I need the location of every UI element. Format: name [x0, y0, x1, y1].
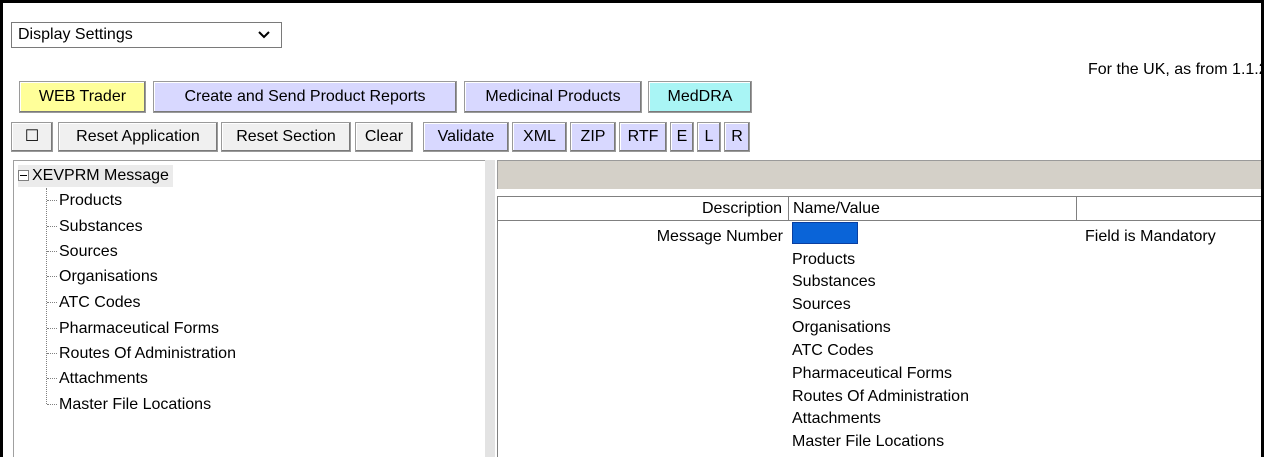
tree-item-organisations[interactable]: Organisations [47, 266, 158, 288]
tab-web-trader[interactable]: WEB Trader [19, 81, 146, 113]
panel-splitter[interactable] [485, 160, 495, 457]
tree-item-label: Routes Of Administration [59, 345, 236, 362]
e-button[interactable]: E [670, 122, 694, 152]
reset-application-button[interactable]: Reset Application [58, 122, 218, 152]
tree-item-label: Organisations [59, 268, 158, 285]
detail-child-organisations[interactable]: Organisations [792, 318, 891, 338]
collapse-icon[interactable] [18, 170, 29, 182]
validate-button[interactable]: Validate [423, 122, 509, 152]
tree-root-node[interactable]: XEVPRM Message [18, 165, 173, 187]
rtf-button[interactable]: RTF [619, 122, 667, 152]
tree-item-products[interactable]: Products [47, 190, 122, 212]
detail-child-substances[interactable]: Substances [792, 272, 876, 292]
column-header-extra[interactable] [1077, 197, 1261, 221]
tree-item-attachments[interactable]: Attachments [47, 368, 148, 390]
tree-item-label: Master File Locations [59, 396, 212, 413]
tree-item-label: Sources [59, 243, 118, 260]
tree-item-substances[interactable]: Substances [47, 216, 143, 238]
r-button[interactable]: R [724, 122, 750, 152]
application-window: Display Settings For the UK, as from 1.1… [0, 0, 1264, 457]
detail-child-atc-codes[interactable]: ATC Codes [792, 341, 874, 361]
zip-button[interactable]: ZIP [570, 122, 616, 152]
tree-item-pharmaceutical-forms[interactable]: Pharmaceutical Forms [47, 318, 219, 340]
clear-button[interactable]: Clear [355, 122, 413, 152]
column-header-name-value[interactable]: Name/Value [789, 197, 1077, 221]
tree-item-label: Attachments [59, 370, 148, 387]
tree-item-master-file-locations[interactable]: Master File Locations [47, 394, 211, 416]
tree-item-routes-of-administration[interactable]: Routes Of Administration [47, 343, 236, 365]
tree-item-label: Pharmaceutical Forms [59, 320, 220, 337]
detail-child-attachments[interactable]: Attachments [792, 409, 881, 429]
tree-item-label: ATC Codes [59, 294, 141, 311]
tree-item-label: Products [59, 192, 123, 209]
jurisdiction-note: For the UK, as from 1.1.20 [1088, 61, 1264, 78]
column-header-description[interactable]: Description [498, 197, 789, 221]
collapse-toggle-button[interactable]: ☐ [11, 122, 53, 152]
tree-item-sources[interactable]: Sources [47, 241, 118, 263]
tree-root-label: XEVPRM Message [32, 167, 169, 184]
tree-item-atc-codes[interactable]: ATC Codes [47, 292, 141, 314]
detail-child-pharmaceutical-forms[interactable]: Pharmaceutical Forms [792, 364, 952, 384]
mandatory-note: Field is Mandatory [1085, 228, 1216, 245]
tab-create-send-product-reports[interactable]: Create and Send Product Reports [153, 81, 457, 113]
xml-button[interactable]: XML [512, 122, 567, 152]
tree-item-label: Substances [59, 218, 143, 235]
chevron-down-icon [257, 23, 271, 55]
reset-section-button[interactable]: Reset Section [221, 122, 351, 152]
display-settings-select[interactable]: Display Settings [11, 22, 282, 48]
detail-child-master-file-locations[interactable]: Master File Locations [792, 432, 944, 452]
detail-child-products[interactable]: Products [792, 250, 855, 270]
detail-header-bar [497, 160, 1261, 189]
l-button[interactable]: L [697, 122, 721, 152]
message-tree: XEVPRM Message Products Substances Sourc… [13, 160, 485, 457]
detail-child-sources[interactable]: Sources [792, 295, 851, 315]
detail-child-routes-of-administration[interactable]: Routes Of Administration [792, 387, 969, 407]
display-settings-value: Display Settings [18, 26, 133, 43]
message-number-input[interactable] [792, 222, 858, 244]
tab-medicinal-products[interactable]: Medicinal Products [464, 81, 642, 113]
tab-meddra[interactable]: MedDRA [648, 81, 752, 113]
square-icon: ☐ [24, 128, 40, 145]
message-number-label: Message Number [656, 228, 783, 245]
